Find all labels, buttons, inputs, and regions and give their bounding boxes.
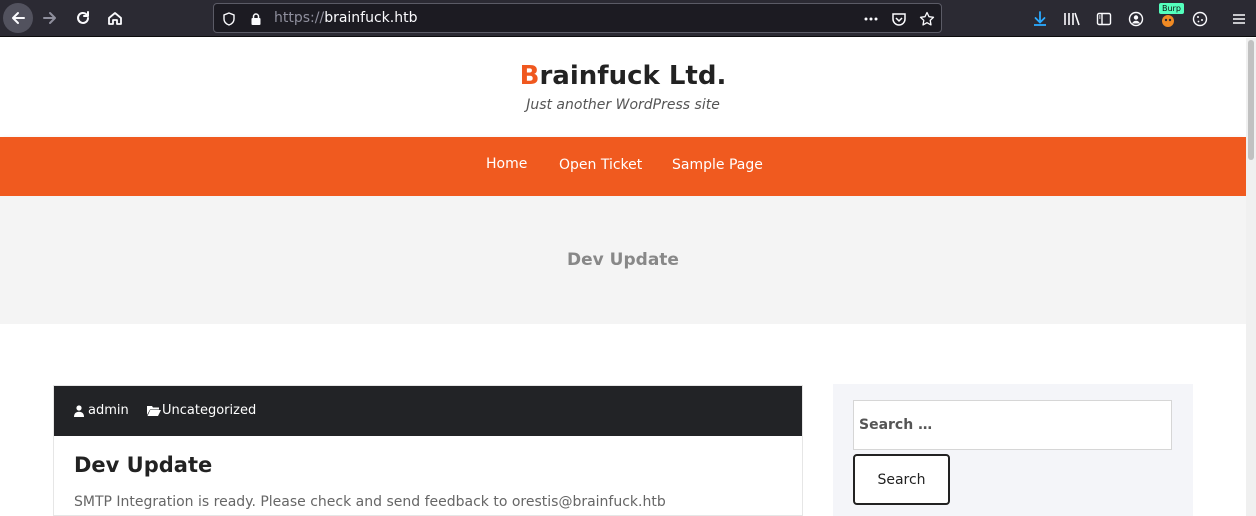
url-text[interactable]: https://brainfuck.htb <box>274 10 417 26</box>
page-header-banner: Dev Update <box>0 196 1246 324</box>
post-category[interactable]: Uncategorized <box>147 403 256 418</box>
forward-button[interactable] <box>35 3 65 33</box>
page-content: Brainfuck Ltd. Just another WordPress si… <box>0 38 1246 516</box>
search-button[interactable]: Search <box>853 454 950 505</box>
home-button[interactable] <box>100 3 130 33</box>
post-meta-bar: admin Uncategorized <box>54 386 802 436</box>
account-icon[interactable] <box>1125 8 1147 30</box>
downloads-icon[interactable] <box>1029 8 1051 30</box>
site-title-rest: rainfuck Ltd. <box>539 61 727 91</box>
pocket-icon[interactable] <box>890 10 908 28</box>
post-title[interactable]: Dev Update <box>74 453 212 477</box>
burp-badge: Burp <box>1159 3 1184 14</box>
back-button[interactable] <box>3 3 33 33</box>
browser-toolbar: https://brainfuck.htb Burp <box>0 0 1256 37</box>
shield-icon[interactable] <box>220 10 238 28</box>
arrow-left-icon <box>12 12 25 24</box>
post-author[interactable]: admin <box>74 403 129 418</box>
url-scheme: https:// <box>274 10 325 26</box>
nav-item-home[interactable]: Home <box>486 156 527 172</box>
nav-item-sample-page[interactable]: Sample Page <box>672 157 763 173</box>
url-host: brainfuck.htb <box>324 10 418 26</box>
reload-icon <box>77 11 89 24</box>
sidebar-icon[interactable] <box>1093 8 1115 30</box>
lock-icon[interactable] <box>247 10 265 28</box>
site-tagline: Just another WordPress site <box>526 97 720 113</box>
menu-icon[interactable] <box>1228 8 1250 30</box>
cookie-extension-icon[interactable] <box>1189 8 1211 30</box>
more-actions-icon[interactable] <box>862 10 880 28</box>
post-card: admin Uncategorized Dev Update SMTP Inte… <box>53 385 803 516</box>
sidebar-search-widget: Search <box>833 384 1193 516</box>
site-title[interactable]: Brainfuck Ltd. <box>0 61 1246 91</box>
post-author-name: admin <box>88 403 129 418</box>
home-icon <box>108 12 122 25</box>
site-title-accent: B <box>519 61 540 91</box>
arrow-right-icon <box>43 12 56 24</box>
page-scrollbar[interactable] <box>1246 38 1256 516</box>
post-excerpt: SMTP Integration is ready. Please check … <box>74 494 666 510</box>
reload-button[interactable] <box>68 3 98 33</box>
bookmark-star-icon[interactable] <box>918 10 936 28</box>
search-input[interactable] <box>853 400 1172 450</box>
nav-item-open-ticket[interactable]: Open Ticket <box>559 157 642 173</box>
post-category-name: Uncategorized <box>162 403 257 418</box>
url-bar[interactable]: https://brainfuck.htb <box>213 3 942 33</box>
scrollbar-thumb[interactable] <box>1248 40 1254 160</box>
user-icon <box>74 404 84 417</box>
library-icon[interactable] <box>1061 8 1083 30</box>
folder-open-icon <box>147 406 161 416</box>
main-navbar: Home Open Ticket Sample Page <box>0 137 1246 196</box>
page-title: Dev Update <box>567 250 679 270</box>
